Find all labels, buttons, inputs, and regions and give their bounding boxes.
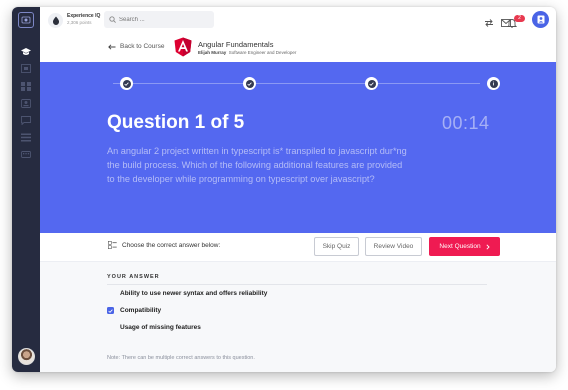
answer-action-bar: Choose the correct answer below: Skip Qu… [40,233,556,262]
info-icon [493,81,494,86]
author-role: Software Engineer and Developer [228,50,297,55]
check-icon [124,81,129,86]
review-video-button[interactable]: Review Video [365,237,422,256]
answer-checkbox-unchecked[interactable] [107,324,114,331]
course-header: Back to Course Angular Fundamentals Elij… [40,33,556,62]
experience-points: 2,306 points [67,20,92,25]
multiple-answers-note: Note: There can be multiple correct answ… [107,355,255,361]
arrow-left-icon [108,43,116,50]
author-name: Elijah Murray [198,50,227,55]
chevron-right-icon [486,243,490,250]
search-box[interactable] [104,11,214,28]
search-icon [109,16,116,23]
check-icon [108,308,113,313]
experience-drop-icon [48,13,63,28]
course-title: Angular Fundamentals [198,40,274,49]
progress-step-1 [120,77,133,90]
question-title: Question 1 of 5 [107,112,245,133]
your-answer-heading: YOUR ANSWER [107,274,160,280]
back-to-course-link[interactable]: Back to Course [108,43,164,50]
qr-icon[interactable] [21,60,31,73]
contact-card-icon[interactable] [21,95,31,108]
choose-instruction-label: Choose the correct answer below: [122,241,221,249]
choose-instruction: Choose the correct answer below: [108,241,220,249]
answer-option-1[interactable]: Ability to use newer syntax and offers r… [107,290,267,297]
answer-option-3[interactable]: Usage of missing features [107,324,201,331]
progress-step-2 [243,77,256,90]
experience-title: Experience IQ [67,13,101,19]
answers-section: YOUR ANSWER Ability to use newer syntax … [40,262,556,372]
check-icon [369,81,374,86]
answer-checkbox-unchecked[interactable] [107,290,114,297]
answer-option-label: Ability to use newer syntax and offers r… [120,290,268,297]
top-bar: Experience IQ 2,306 points 2 [40,7,556,34]
answer-option-label: Usage of missing features [120,324,201,331]
divider [107,284,487,285]
course-author: Elijah Murray Software Engineer and Deve… [198,50,296,55]
check-icon [247,81,252,86]
search-input[interactable] [119,11,209,28]
answer-checkbox-checked[interactable] [107,307,114,314]
courses-cap-icon[interactable] [21,43,31,55]
sidebar [12,7,40,372]
user-icon [537,15,544,24]
swap-arrows-icon[interactable] [484,15,494,27]
user-avatar[interactable] [532,11,549,28]
next-question-label: Next Question [439,243,481,250]
answer-option-2[interactable]: Compatibility [107,307,161,314]
sidebar-user-avatar[interactable] [18,348,35,365]
skip-quiz-button[interactable]: Skip Quiz [314,237,359,256]
question-panel: Question 1 of 5 00:14 An angular 2 proje… [40,62,556,233]
checklist-icon [108,241,117,249]
keyboard-icon[interactable] [21,146,31,158]
back-to-course-label: Back to Course [120,43,165,50]
angular-logo-icon [174,37,192,57]
chat-icon[interactable] [21,112,31,126]
list-icon[interactable] [21,129,31,142]
answer-option-label: Compatibility [120,307,162,314]
app-window: Experience IQ 2,306 points 2 Back to Cou… [12,7,556,372]
next-question-button[interactable]: Next Question [429,237,500,256]
question-text: An angular 2 project written in typescri… [107,146,407,184]
grid-icon[interactable] [21,78,31,91]
question-timer: 00:14 [442,113,490,133]
progress-track [113,83,480,84]
progress-step-3 [365,77,378,90]
notification-count-badge: 2 [514,15,525,22]
progress-step-4 [487,77,500,90]
app-logo-icon[interactable] [18,12,34,28]
